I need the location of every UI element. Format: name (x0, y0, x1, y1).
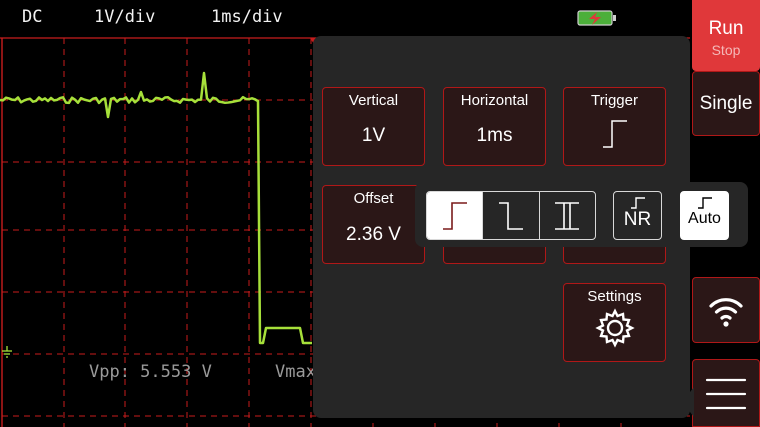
menu-pointer-arrow (682, 387, 694, 417)
auto-trigger-toggle[interactable]: Auto (680, 191, 729, 240)
battery-charging-icon (577, 9, 619, 32)
coupling-label[interactable]: DC (22, 7, 42, 27)
offset-value: 2.36 V (346, 224, 401, 245)
settings-title: Settings (587, 288, 642, 305)
horizontal-value: 1ms (476, 125, 513, 146)
vertical-title: Vertical (348, 92, 399, 109)
stop-label: Stop (711, 42, 741, 58)
run-label: Run (708, 18, 744, 39)
vmax-readout: Vmax (275, 362, 316, 382)
hamburger-menu-icon (705, 378, 747, 410)
both-edges-option[interactable] (540, 192, 595, 239)
single-label: Single (699, 93, 753, 114)
horizontal-title: Horizontal (460, 92, 529, 109)
trigger-edge-selector[interactable] (426, 191, 596, 240)
time-per-div-label[interactable]: 1ms/div (211, 7, 283, 27)
vertical-value: 1V (361, 125, 386, 146)
falling-edge-icon (498, 201, 523, 230)
gear-icon (594, 308, 635, 348)
vertical-button[interactable]: Vertical 1V (322, 87, 425, 166)
rising-edge-option[interactable] (427, 192, 484, 239)
both-edges-icon (555, 201, 580, 230)
offset-button[interactable]: Offset 2.36 V (322, 185, 425, 264)
noise-reject-toggle[interactable]: NR (613, 191, 662, 240)
trigger-title: Trigger (591, 92, 638, 109)
run-stop-button[interactable]: Run Stop (692, 0, 760, 71)
single-button[interactable]: Single (692, 71, 760, 136)
settings-button[interactable]: Settings (563, 283, 666, 362)
wifi-button[interactable] (692, 277, 760, 343)
wifi-icon (709, 298, 743, 327)
auto-label: Auto (688, 210, 721, 227)
rising-edge-icon (442, 201, 467, 230)
trigger-button[interactable]: Trigger (563, 87, 666, 166)
volts-per-div-label[interactable]: 1V/div (94, 7, 155, 27)
nr-label: NR (623, 209, 652, 230)
offset-title: Offset (353, 190, 394, 207)
vpp-readout: Vpp: 5.553 V (89, 362, 212, 382)
menu-button[interactable] (692, 359, 760, 427)
rising-edge-icon (602, 120, 627, 148)
rising-edge-icon (630, 197, 645, 209)
falling-edge-option[interactable] (483, 192, 540, 239)
rising-edge-icon (697, 197, 712, 209)
horizontal-button[interactable]: Horizontal 1ms (443, 87, 546, 166)
